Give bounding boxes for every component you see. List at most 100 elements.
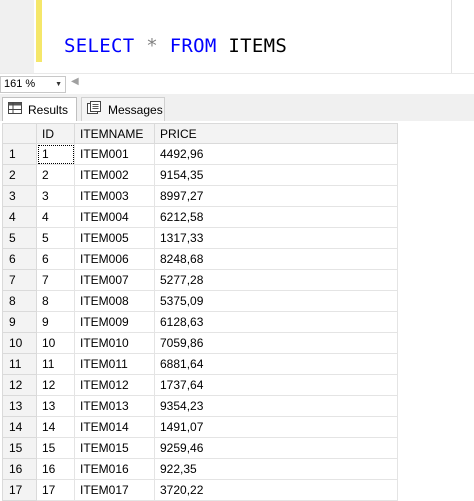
row-number-cell[interactable]: 4 (2, 206, 37, 228)
id-cell[interactable]: 17 (36, 479, 75, 501)
price-cell[interactable]: 8248,68 (154, 248, 398, 270)
row-number-cell[interactable]: 1 (2, 143, 37, 165)
row-number-cell[interactable]: 3 (2, 185, 37, 207)
id-cell[interactable]: 6 (36, 248, 75, 270)
row-number-cell[interactable]: 2 (2, 164, 37, 186)
row-number-cell[interactable]: 11 (2, 353, 37, 375)
table-row[interactable]: 11 11 ITEM011 6881,64 (2, 353, 398, 375)
tab-messages[interactable]: Messages (81, 97, 165, 121)
id-cell[interactable]: 3 (36, 185, 75, 207)
table-row[interactable]: 15 15 ITEM015 9259,46 (2, 437, 398, 459)
itemname-cell[interactable]: ITEM002 (74, 164, 155, 186)
itemname-cell[interactable]: ITEM012 (74, 374, 155, 396)
price-cell[interactable]: 1491,07 (154, 416, 398, 438)
table-row[interactable]: 6 6 ITEM006 8248,68 (2, 248, 398, 270)
price-cell[interactable]: 8997,27 (154, 185, 398, 207)
price-cell[interactable]: 7059,86 (154, 332, 398, 354)
table-row[interactable]: 16 16 ITEM016 922,35 (2, 458, 398, 480)
row-number-cell[interactable]: 9 (2, 311, 37, 333)
price-cell[interactable]: 6212,58 (154, 206, 398, 228)
price-cell[interactable]: 3720,22 (154, 479, 398, 501)
grid-icon (8, 99, 22, 121)
row-number-cell[interactable]: 13 (2, 395, 37, 417)
price-cell[interactable]: 6128,63 (154, 311, 398, 333)
price-cell[interactable]: 9354,23 (154, 395, 398, 417)
itemname-cell[interactable]: ITEM014 (74, 416, 155, 438)
itemname-cell[interactable]: ITEM015 (74, 437, 155, 459)
row-number-cell[interactable]: 5 (2, 227, 37, 249)
column-header-itemname[interactable]: ITEMNAME (74, 123, 155, 144)
id-cell[interactable]: 16 (36, 458, 75, 480)
price-cell[interactable]: 1737,64 (154, 374, 398, 396)
id-cell[interactable]: 7 (36, 269, 75, 291)
itemname-cell[interactable]: ITEM013 (74, 395, 155, 417)
table-row[interactable]: 12 12 ITEM012 1737,64 (2, 374, 398, 396)
query-editor[interactable]: SELECT * FROM ITEMS (0, 0, 474, 73)
row-number-cell[interactable]: 12 (2, 374, 37, 396)
column-header-rownum[interactable] (2, 123, 37, 144)
table-row[interactable]: 10 10 ITEM010 7059,86 (2, 332, 398, 354)
row-number-cell[interactable]: 17 (2, 479, 37, 501)
tab-results[interactable]: Results (2, 97, 77, 121)
itemname-cell[interactable]: ITEM007 (74, 269, 155, 291)
itemname-cell[interactable]: ITEM009 (74, 311, 155, 333)
price-cell[interactable]: 5277,28 (154, 269, 398, 291)
id-cell[interactable]: 11 (36, 353, 75, 375)
chevron-down-icon: ▼ (55, 81, 62, 88)
id-cell[interactable]: 8 (36, 290, 75, 312)
row-number-cell[interactable]: 8 (2, 290, 37, 312)
price-cell[interactable]: 1317,33 (154, 227, 398, 249)
itemname-cell[interactable]: ITEM017 (74, 479, 155, 501)
id-cell[interactable]: 9 (36, 311, 75, 333)
id-cell[interactable]: 1 (36, 143, 75, 165)
id-cell[interactable]: 2 (36, 164, 75, 186)
id-cell[interactable]: 15 (36, 437, 75, 459)
table-row[interactable]: 7 7 ITEM007 5277,28 (2, 269, 398, 291)
row-number-cell[interactable]: 15 (2, 437, 37, 459)
itemname-cell[interactable]: ITEM008 (74, 290, 155, 312)
itemname-cell[interactable]: ITEM016 (74, 458, 155, 480)
itemname-cell[interactable]: ITEM001 (74, 143, 155, 165)
table-row[interactable]: 17 17 ITEM017 3720,22 (2, 479, 398, 501)
id-cell[interactable]: 12 (36, 374, 75, 396)
table-row[interactable]: 2 2 ITEM002 9154,35 (2, 164, 398, 186)
itemname-cell[interactable]: ITEM010 (74, 332, 155, 354)
id-cell[interactable]: 14 (36, 416, 75, 438)
price-cell[interactable]: 922,35 (154, 458, 398, 480)
row-number-cell[interactable]: 14 (2, 416, 37, 438)
sql-query-text[interactable]: SELECT * FROM ITEMS (64, 33, 287, 59)
itemname-cell[interactable]: ITEM011 (74, 353, 155, 375)
column-header-price[interactable]: PRICE (154, 123, 398, 144)
table-row[interactable]: 13 13 ITEM013 9354,23 (2, 395, 398, 417)
results-grid[interactable]: ID ITEMNAME PRICE 1 1 ITEM001 4492,96 2 2 ITEM… (0, 121, 474, 501)
id-cell[interactable]: 4 (36, 206, 75, 228)
id-cell[interactable]: 5 (36, 227, 75, 249)
id-cell[interactable]: 10 (36, 332, 75, 354)
table-row[interactable]: 14 14 ITEM014 1491,07 (2, 416, 398, 438)
itemname-cell[interactable]: ITEM004 (74, 206, 155, 228)
itemname-cell[interactable]: ITEM006 (74, 248, 155, 270)
table-row[interactable]: 8 8 ITEM008 5375,09 (2, 290, 398, 312)
itemname-cell[interactable]: ITEM005 (74, 227, 155, 249)
table-row[interactable]: 1 1 ITEM001 4492,96 (2, 143, 398, 165)
table-row[interactable]: 3 3 ITEM003 8997,27 (2, 185, 398, 207)
row-number-cell[interactable]: 10 (2, 332, 37, 354)
price-cell[interactable]: 9259,46 (154, 437, 398, 459)
results-table[interactable]: ID ITEMNAME PRICE 1 1 ITEM001 4492,96 2 2 ITEM… (2, 123, 398, 501)
itemname-cell[interactable]: ITEM003 (74, 185, 155, 207)
table-row[interactable]: 4 4 ITEM004 6212,58 (2, 206, 398, 228)
price-cell[interactable]: 9154,35 (154, 164, 398, 186)
row-number-cell[interactable]: 16 (2, 458, 37, 480)
price-cell[interactable]: 5375,09 (154, 290, 398, 312)
table-row[interactable]: 5 5 ITEM005 1317,33 (2, 227, 398, 249)
price-cell[interactable]: 6881,64 (154, 353, 398, 375)
column-header-id[interactable]: ID (36, 123, 75, 144)
table-row[interactable]: 9 9 ITEM009 6128,63 (2, 311, 398, 333)
row-number-cell[interactable]: 6 (2, 248, 37, 270)
row-number-cell[interactable]: 7 (2, 269, 37, 291)
price-cell[interactable]: 4492,96 (154, 143, 398, 165)
sql-token: * (146, 35, 158, 57)
scroll-left-icon[interactable]: ◀ (71, 76, 79, 87)
zoom-dropdown[interactable]: 161 % ▼ (0, 76, 66, 93)
id-cell[interactable]: 13 (36, 395, 75, 417)
